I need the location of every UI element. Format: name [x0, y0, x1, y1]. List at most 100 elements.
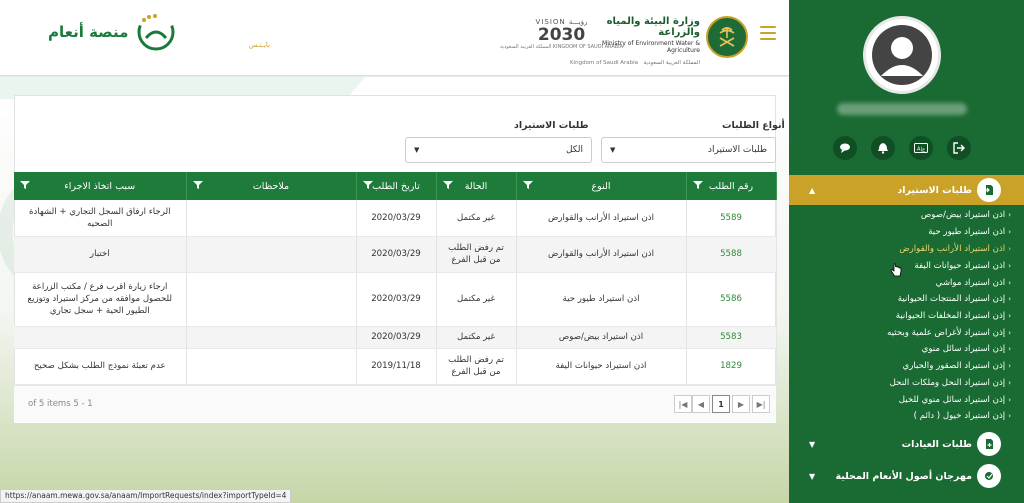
col-date[interactable]: تاريخ الطلب: [356, 172, 437, 200]
request-id-link[interactable]: 5589: [686, 200, 777, 237]
logout-icon[interactable]: [947, 136, 971, 160]
sub-item-rabbits-rodents[interactable]: ‹اذن استيراد الأرانب والقوارض: [789, 244, 1011, 254]
cell-status: تم رفض الطلب من قبل الفرع: [436, 348, 517, 385]
cell-notes: [186, 272, 357, 327]
sub-item-scientific[interactable]: ‹إذن استيراد لأغراض علمية وبحثيه: [789, 328, 1011, 338]
caret-down-icon: ▼: [610, 146, 616, 154]
sub-item-semen[interactable]: ‹إذن استيراد سائل منوي: [789, 344, 1011, 354]
filter-icon[interactable]: [522, 180, 533, 190]
cell-date: 2020/03/29: [356, 200, 437, 237]
cell-reason: عدم تعبئة نموذج الطلب بشكل صحيح: [14, 348, 187, 385]
cell-reason: الرجاء ارفاق السجل التجاري + الشهادة الص…: [14, 200, 187, 237]
ministry-name-ar: وزارة البيئة والمياه والزراعة: [606, 16, 700, 38]
cell-notes: [186, 236, 357, 273]
request-id-link[interactable]: 1829: [686, 348, 777, 385]
filter-icon[interactable]: [192, 180, 203, 190]
table-row[interactable]: 5583 اذن استيراد بيض/صوص غير مكتمل 2020/…: [14, 326, 777, 349]
cell-date: 2020/03/29: [356, 326, 437, 349]
cell-date: 2019/11/18: [356, 348, 437, 385]
request-id-link[interactable]: 5586: [686, 272, 777, 327]
sub-item-horses-permanent[interactable]: ‹إذن استيراد خيول ( دائم ): [789, 411, 1011, 421]
sidebar: A|ع طلبات الاستيراد ▲ ‹اذن استيراد بيض/ص…: [789, 0, 1024, 503]
sub-item-live-birds[interactable]: ‹اذن استيراد طيور حية: [789, 227, 1011, 237]
cell-status: غير مكتمل: [436, 200, 517, 237]
cell-type: اذن استيراد طيور حية: [516, 272, 687, 327]
chevron-down-icon: ▼: [809, 439, 816, 449]
sub-item-bees[interactable]: ‹إذن استيراد النحل وملكات النحل: [789, 378, 1011, 388]
cell-type: اذن استيراد حيوانات اليفة: [516, 348, 687, 385]
caret-down-icon: ▼: [414, 146, 420, 154]
col-status[interactable]: الحالة: [436, 172, 517, 200]
table-row[interactable]: 5588 اذن استيراد الأرانب والقوارض تم رفض…: [14, 236, 777, 273]
chat-icon[interactable]: [833, 136, 857, 160]
kingdom-en: Kingdom of Saudi Arabia: [570, 60, 639, 66]
menu-clinic-requests[interactable]: طلبات العيادات ▼: [789, 429, 1024, 459]
menu-local-livestock-festival[interactable]: مهرجان أصول الأنعام المحلية ▼: [789, 461, 1024, 491]
cell-reason: ارجاء زيارة اقرب فرع / مكتب الزراعة للحص…: [14, 272, 187, 327]
import-doc-icon: [977, 178, 1001, 202]
user-actions: A|ع: [833, 136, 971, 160]
cell-type: اذن استيراد الأرانب والقوارض: [516, 236, 687, 273]
filter-icon[interactable]: [442, 180, 453, 190]
cell-notes: [186, 348, 357, 385]
top-header: منصة أنعام بايـتـس VISION رؤيـــة 2030 ا…: [0, 0, 789, 76]
festival-icon: [977, 464, 1001, 488]
cell-type: اذن استيراد بيض/صوص: [516, 326, 687, 349]
sub-item-livestock[interactable]: ‹اذن استيراد مواشي: [789, 278, 1011, 288]
filter-icon[interactable]: [20, 180, 30, 190]
next-page-button[interactable]: ▶: [732, 395, 750, 413]
cell-notes: [186, 326, 357, 349]
col-notes[interactable]: ملاحظات: [186, 172, 357, 200]
sub-item-horse-semen[interactable]: ‹إذن استيراد سائل منوي للخيل: [789, 395, 1011, 405]
chevron-up-icon: ▲: [809, 185, 816, 195]
menu-toggle-icon[interactable]: [760, 26, 776, 40]
first-page-button[interactable]: |◀: [674, 395, 692, 413]
import-requests-select[interactable]: ▼ الكل: [405, 137, 592, 163]
ministry-logo: وزارة البيئة والمياه والزراعة Ministry o…: [570, 16, 700, 66]
cell-status: غير مكتمل: [436, 272, 517, 327]
cell-status: تم رفض الطلب من قبل الفرع: [436, 236, 517, 273]
sub-item-falcons[interactable]: ‹إذن استيراد الصقور والحباري: [789, 361, 1011, 371]
menu-import-requests[interactable]: طلبات الاستيراد ▲: [789, 175, 1024, 205]
bell-icon[interactable]: [871, 136, 895, 160]
requests-table: رقم الطلب النوع الحالة تاريخ الطلب ملاحظ…: [14, 172, 777, 385]
sub-item-eggs-chicks[interactable]: ‹اذن استيراد بيض/صوص: [789, 210, 1011, 220]
col-type[interactable]: النوع: [516, 172, 687, 200]
cell-notes: [186, 200, 357, 237]
platform-sub: بايـتـس: [248, 41, 270, 49]
ministry-name-en: Ministry of Environment Water & Agricult…: [602, 40, 700, 54]
table-row[interactable]: 5586 اذن استيراد طيور حية غير مكتمل 2020…: [14, 272, 777, 327]
avatar[interactable]: [863, 16, 941, 94]
import-requests-label: طلبات الاستيراد: [514, 120, 589, 131]
pager-info: of 5 items 5 - 1: [28, 399, 93, 409]
chevron-down-icon: ▼: [809, 471, 816, 481]
user-icon: [872, 25, 932, 85]
kingdom-ar: المملكة العربية السعودية: [643, 60, 700, 66]
language-icon[interactable]: A|ع: [909, 136, 933, 160]
platform-name: منصة أنعام: [48, 23, 129, 41]
request-types-select[interactable]: ▼ طلبات الاستيراد: [601, 137, 776, 163]
status-bar-url: https://anaam.mewa.gov.sa/anaam/ImportRe…: [0, 489, 292, 503]
sub-item-animal-products[interactable]: ‹إذن استيراد المنتجات الحيوانية: [789, 294, 1011, 304]
request-id-link[interactable]: 5583: [686, 326, 777, 349]
clinic-doc-icon: [977, 432, 1001, 456]
cell-type: اذن استيراد الأرانب والقوارض: [516, 200, 687, 237]
pagination-bar: of 5 items 5 - 1 |◀ ◀ 1 ▶ ▶|: [14, 385, 776, 423]
table-row[interactable]: 5589 اذن استيراد الأرانب والقوارض غير مك…: [14, 200, 777, 237]
cell-date: 2020/03/29: [356, 272, 437, 327]
request-id-link[interactable]: 5588: [686, 236, 777, 273]
cell-status: غير مكتمل: [436, 326, 517, 349]
col-request-number[interactable]: رقم الطلب: [686, 172, 777, 200]
col-action-reason[interactable]: سبب اتخاذ الاجراء: [14, 172, 187, 200]
last-page-button[interactable]: ▶|: [752, 395, 770, 413]
page-number-button[interactable]: 1: [712, 395, 730, 413]
cell-reason: اختبار: [14, 236, 187, 273]
prev-page-button[interactable]: ◀: [692, 395, 710, 413]
sub-item-animal-waste[interactable]: ‹إذن استيراد المخلفات الحيوانية: [789, 311, 1011, 321]
anam-logo[interactable]: منصة أنعام بايـتـس: [48, 12, 270, 52]
table-row[interactable]: 1829 اذن استيراد حيوانات اليفة تم رفض ال…: [14, 348, 777, 385]
cell-date: 2020/03/29: [356, 236, 437, 273]
cell-reason: [14, 326, 187, 349]
filter-icon[interactable]: [362, 180, 373, 190]
filter-icon[interactable]: [692, 180, 703, 190]
